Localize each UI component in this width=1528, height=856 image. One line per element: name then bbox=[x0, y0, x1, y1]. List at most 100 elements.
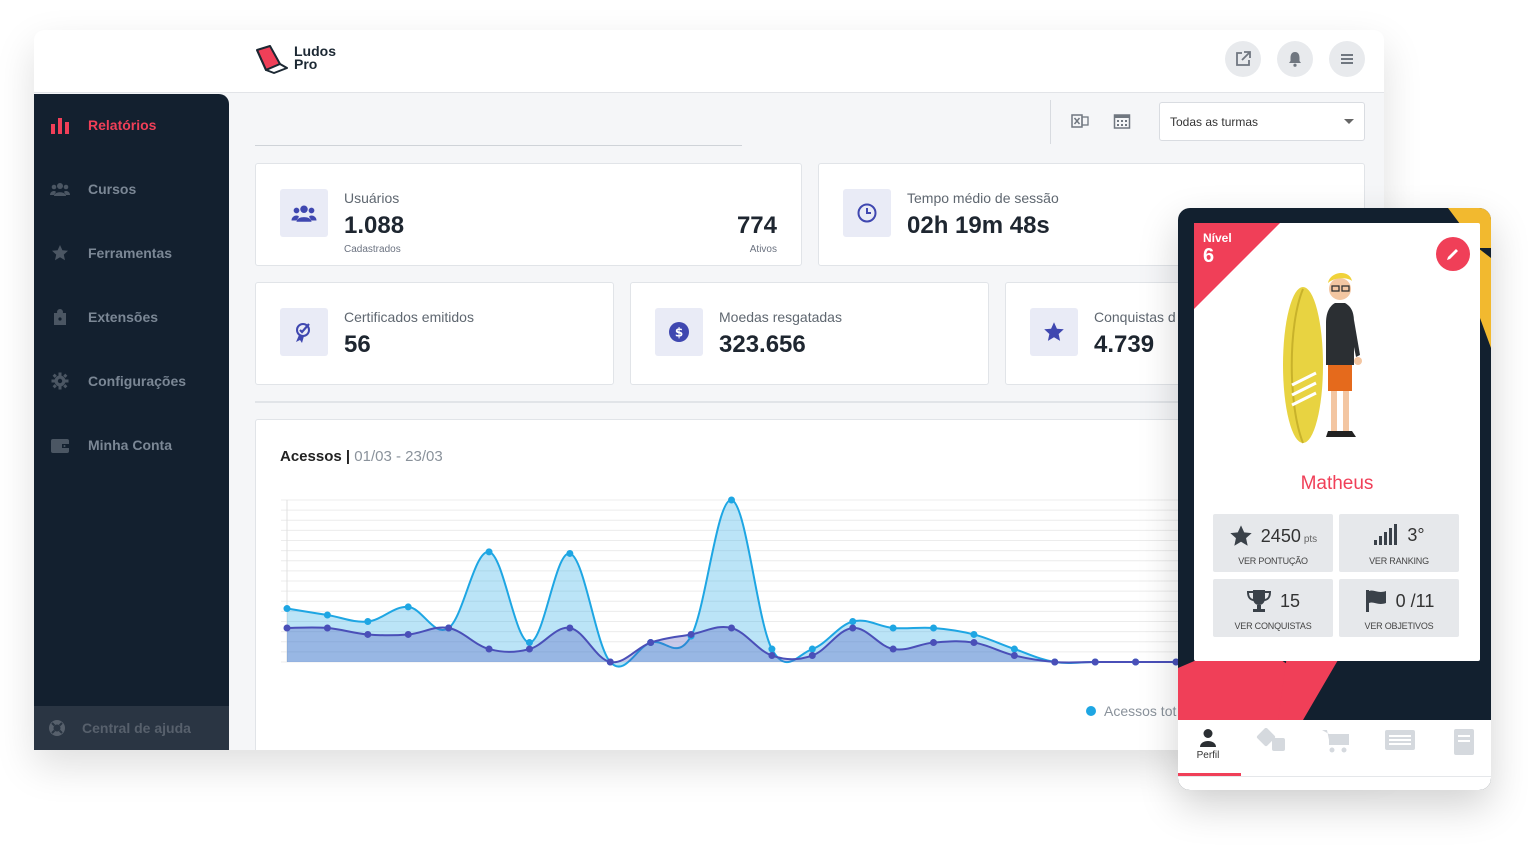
chart-point-series-1 bbox=[889, 624, 897, 632]
chart-point-series-2 bbox=[687, 630, 695, 638]
class-select-value: Todas as turmas bbox=[1170, 114, 1259, 129]
chart-point-series-2 bbox=[1091, 658, 1099, 666]
chart-point-series-2 bbox=[1051, 658, 1059, 666]
chart-point-series-2 bbox=[889, 645, 897, 653]
logo[interactable]: Ludos Pro bbox=[254, 42, 336, 74]
flag-icon bbox=[1365, 590, 1386, 612]
bottom-nav-library[interactable] bbox=[1434, 728, 1491, 756]
points-value: 2450 bbox=[1260, 525, 1301, 546]
chart-point-series-2 bbox=[606, 658, 614, 666]
chart-point-series-2 bbox=[970, 639, 978, 647]
logo-text: Ludos Pro bbox=[294, 44, 336, 72]
class-select[interactable]: Todas as turmas bbox=[1159, 102, 1365, 141]
card-value: 1.088 bbox=[344, 212, 405, 239]
level-number: 6 bbox=[1203, 245, 1215, 267]
external-link-icon bbox=[1236, 51, 1251, 66]
sidebar-item-cursos[interactable]: Cursos bbox=[34, 169, 229, 209]
toolbar-divider bbox=[1050, 100, 1051, 144]
excel-export-icon[interactable] bbox=[1071, 112, 1089, 130]
points-unit: pts bbox=[1303, 533, 1318, 545]
sidebar-item-label: Extensões bbox=[88, 309, 159, 325]
stat-objectives[interactable]: 0 /11 VER OBJETIVOS bbox=[1339, 579, 1459, 637]
external-link-button[interactable] bbox=[1225, 41, 1261, 77]
bell-icon bbox=[1289, 52, 1301, 67]
stat-caption: VER CONQUISTAS bbox=[1234, 621, 1312, 631]
puzzle-icon bbox=[50, 307, 70, 327]
help-center-link[interactable]: Central de ajuda bbox=[34, 706, 229, 750]
menu-icon bbox=[1341, 54, 1353, 64]
edit-profile-button[interactable] bbox=[1436, 237, 1470, 271]
sidebar-item-label: Configurações bbox=[88, 373, 187, 389]
chart-point-series-2 bbox=[445, 624, 453, 632]
chart-point-series-1 bbox=[323, 611, 331, 619]
chart-legend[interactable]: Acessos tot bbox=[1086, 703, 1176, 719]
avatar bbox=[1283, 272, 1362, 444]
bottom-nav-store[interactable] bbox=[1306, 728, 1366, 754]
star-icon bbox=[1030, 308, 1078, 356]
pencil-icon bbox=[1447, 249, 1458, 260]
tab-underline bbox=[255, 145, 742, 146]
card-value: 4.739 bbox=[1094, 331, 1155, 358]
bottom-nav-news[interactable] bbox=[1370, 728, 1430, 752]
stat-row: 2450 pts bbox=[1213, 524, 1333, 548]
clock-icon bbox=[843, 189, 891, 237]
coins-card: $ Moedas resgatadas 323.656 bbox=[630, 282, 989, 385]
sidebar-item-ferramentas[interactable]: Ferramentas bbox=[34, 233, 229, 273]
svg-text:$: $ bbox=[675, 326, 683, 340]
users-card: Usuários 1.088 Cadastrados 774 Ativos bbox=[255, 163, 802, 266]
notifications-button[interactable] bbox=[1277, 41, 1313, 77]
chart-title: Acessos | 01/03 - 23/03 bbox=[280, 448, 443, 465]
chart-point-series-1 bbox=[768, 645, 776, 653]
star-icon bbox=[50, 243, 70, 263]
chart-title-separator: | bbox=[341, 448, 355, 465]
legend-label: Acessos tot bbox=[1104, 703, 1177, 719]
logo-line2: Pro bbox=[294, 56, 318, 72]
objectives-value: 0 /11 bbox=[1395, 590, 1435, 611]
chart-point-series-1 bbox=[970, 630, 978, 638]
chart-title-main: Acessos bbox=[280, 448, 342, 465]
users-icon bbox=[50, 179, 70, 199]
stage: Ludos Pro Relatórios Cursos Ferramentas … bbox=[0, 0, 1528, 856]
certificates-card: Certificados emitidos 56 bbox=[255, 282, 614, 385]
logo-icon bbox=[256, 45, 288, 74]
stat-achievements[interactable]: 15 VER CONQUISTAS bbox=[1213, 579, 1333, 637]
card-label: Certificados emitidos bbox=[344, 309, 474, 325]
profile-phone: Nível 6 Matheus 2450 pts VER PONTUÇÃO 3°… bbox=[1178, 208, 1491, 790]
calendar-icon[interactable] bbox=[1113, 112, 1131, 130]
book-icon bbox=[1454, 729, 1474, 755]
chart-point-series-2 bbox=[283, 624, 291, 632]
card-value: 56 bbox=[344, 331, 371, 358]
sidebar-item-label: Ferramentas bbox=[88, 245, 173, 261]
chart-point-series-2 bbox=[647, 639, 655, 647]
chart-point-series-2 bbox=[930, 639, 938, 647]
bottom-nav-games[interactable] bbox=[1242, 728, 1302, 754]
user-icon bbox=[1200, 729, 1216, 747]
menu-button[interactable] bbox=[1329, 41, 1365, 77]
help-center-label: Central de ajuda bbox=[82, 720, 191, 736]
bottom-nav-baseline bbox=[1178, 776, 1491, 777]
news-icon bbox=[1385, 730, 1415, 750]
sidebar-item-label: Relatórios bbox=[88, 117, 157, 133]
stat-row: 0 /11 bbox=[1339, 589, 1459, 613]
card-value: 02h 19m 48s bbox=[907, 212, 1050, 239]
card-value: 323.656 bbox=[719, 331, 806, 358]
chart-point-series-2 bbox=[566, 624, 574, 632]
lifebuoy-icon bbox=[49, 720, 65, 736]
stat-ranking[interactable]: 3° VER RANKING bbox=[1339, 514, 1459, 572]
sidebar-item-configuracoes[interactable]: Configurações bbox=[34, 361, 229, 401]
sidebar-item-minha-conta[interactable]: Minha Conta bbox=[34, 425, 229, 465]
chart-point-series-2 bbox=[849, 624, 857, 632]
card-sub: Cadastrados bbox=[344, 244, 401, 255]
stat-points[interactable]: 2450 pts VER PONTUÇÃO bbox=[1213, 514, 1333, 572]
stat-row: 15 bbox=[1213, 589, 1333, 613]
dice-icon bbox=[1256, 728, 1285, 751]
sidebar-item-relatorios[interactable]: Relatórios bbox=[34, 105, 229, 145]
star-icon bbox=[1230, 525, 1252, 546]
sidebar-item-extensoes[interactable]: Extensões bbox=[34, 297, 229, 337]
stat-caption: VER PONTUÇÃO bbox=[1238, 556, 1308, 566]
profile-card: Nível 6 Matheus 2450 pts VER PONTUÇÃO 3°… bbox=[1194, 223, 1480, 661]
certificate-icon bbox=[280, 308, 328, 356]
chart-point-series-1 bbox=[364, 618, 372, 625]
achievements-value: 15 bbox=[1279, 590, 1301, 611]
bottom-nav-perfil[interactable]: Perfil bbox=[1178, 728, 1238, 761]
